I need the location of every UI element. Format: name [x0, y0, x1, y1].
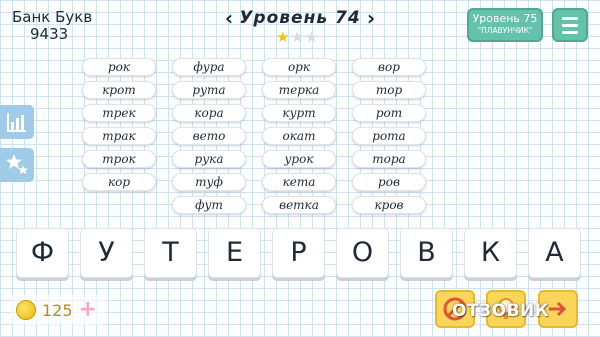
- coin-icon: [16, 300, 36, 320]
- achievements-button[interactable]: [0, 148, 34, 182]
- found-word: кета: [262, 173, 336, 191]
- coin-count: 125: [42, 300, 73, 320]
- prev-level-arrow-icon[interactable]: ‹: [222, 6, 236, 30]
- next-level-label: Уровень 75: [472, 12, 538, 25]
- coins-panel: 125 +: [10, 295, 105, 325]
- letter-tile[interactable]: В: [400, 228, 453, 278]
- letter-tile[interactable]: Р: [272, 228, 325, 278]
- found-word: ров: [352, 173, 426, 191]
- found-word: вор: [352, 58, 426, 76]
- found-word: тор: [352, 81, 426, 99]
- found-word: крот: [82, 81, 156, 99]
- add-coins-button[interactable]: +: [79, 299, 97, 321]
- watermark-logo: ОТЗОВИК: [452, 301, 550, 321]
- found-word: трек: [82, 104, 156, 122]
- found-word: кор: [82, 173, 156, 191]
- next-level-arrow-icon[interactable]: ›: [364, 6, 378, 30]
- letter-tile[interactable]: У: [80, 228, 133, 278]
- found-word: фут: [172, 196, 246, 214]
- found-word: кров: [352, 196, 426, 214]
- found-word: туф: [172, 173, 246, 191]
- hamburger-icon: [562, 16, 578, 20]
- letter-bank-count: 9433: [30, 25, 69, 43]
- stars-icon: [6, 154, 28, 175]
- letter-tile[interactable]: Ф: [16, 228, 69, 278]
- next-level-button[interactable]: Уровень 75 "ПЛАВУНЧИК": [467, 8, 543, 42]
- found-word: рот: [352, 104, 426, 122]
- next-level-name: "ПЛАВУНЧИК": [477, 26, 533, 35]
- found-word: урок: [262, 150, 336, 168]
- menu-button[interactable]: [552, 8, 588, 42]
- found-word: курт: [262, 104, 336, 122]
- level-header: ‹ Уровень 74 ›: [222, 6, 378, 30]
- level-stars: ★ ★ ★: [276, 30, 318, 45]
- found-word: трак: [82, 127, 156, 145]
- hamburger-icon: [562, 23, 578, 27]
- found-word: окат: [262, 127, 336, 145]
- found-word: фура: [172, 58, 246, 76]
- letter-tile[interactable]: Т: [144, 228, 197, 278]
- stats-button[interactable]: [0, 105, 34, 139]
- hamburger-icon: [562, 30, 578, 34]
- bar-chart-icon: [7, 113, 26, 132]
- letter-tile[interactable]: Е: [208, 228, 261, 278]
- letter-tile[interactable]: К: [464, 228, 517, 278]
- letter-tile[interactable]: О: [336, 228, 389, 278]
- found-word: ветка: [262, 196, 336, 214]
- star-filled-icon: ★: [276, 28, 290, 46]
- found-word: рота: [352, 127, 426, 145]
- letter-bank-label: Банк Букв: [12, 8, 93, 26]
- found-word: терка: [262, 81, 336, 99]
- found-word: рок: [82, 58, 156, 76]
- found-word: трок: [82, 150, 156, 168]
- level-title: Уровень 74: [239, 8, 361, 28]
- found-word: рука: [172, 150, 246, 168]
- found-word: тора: [352, 150, 426, 168]
- found-word: вето: [172, 127, 246, 145]
- star-empty-icon: ★: [304, 28, 319, 46]
- star-empty-icon: ★: [290, 28, 304, 46]
- found-word: рута: [172, 81, 246, 99]
- found-word: орк: [262, 58, 336, 76]
- letter-tile[interactable]: А: [528, 228, 581, 278]
- found-word: кора: [172, 104, 246, 122]
